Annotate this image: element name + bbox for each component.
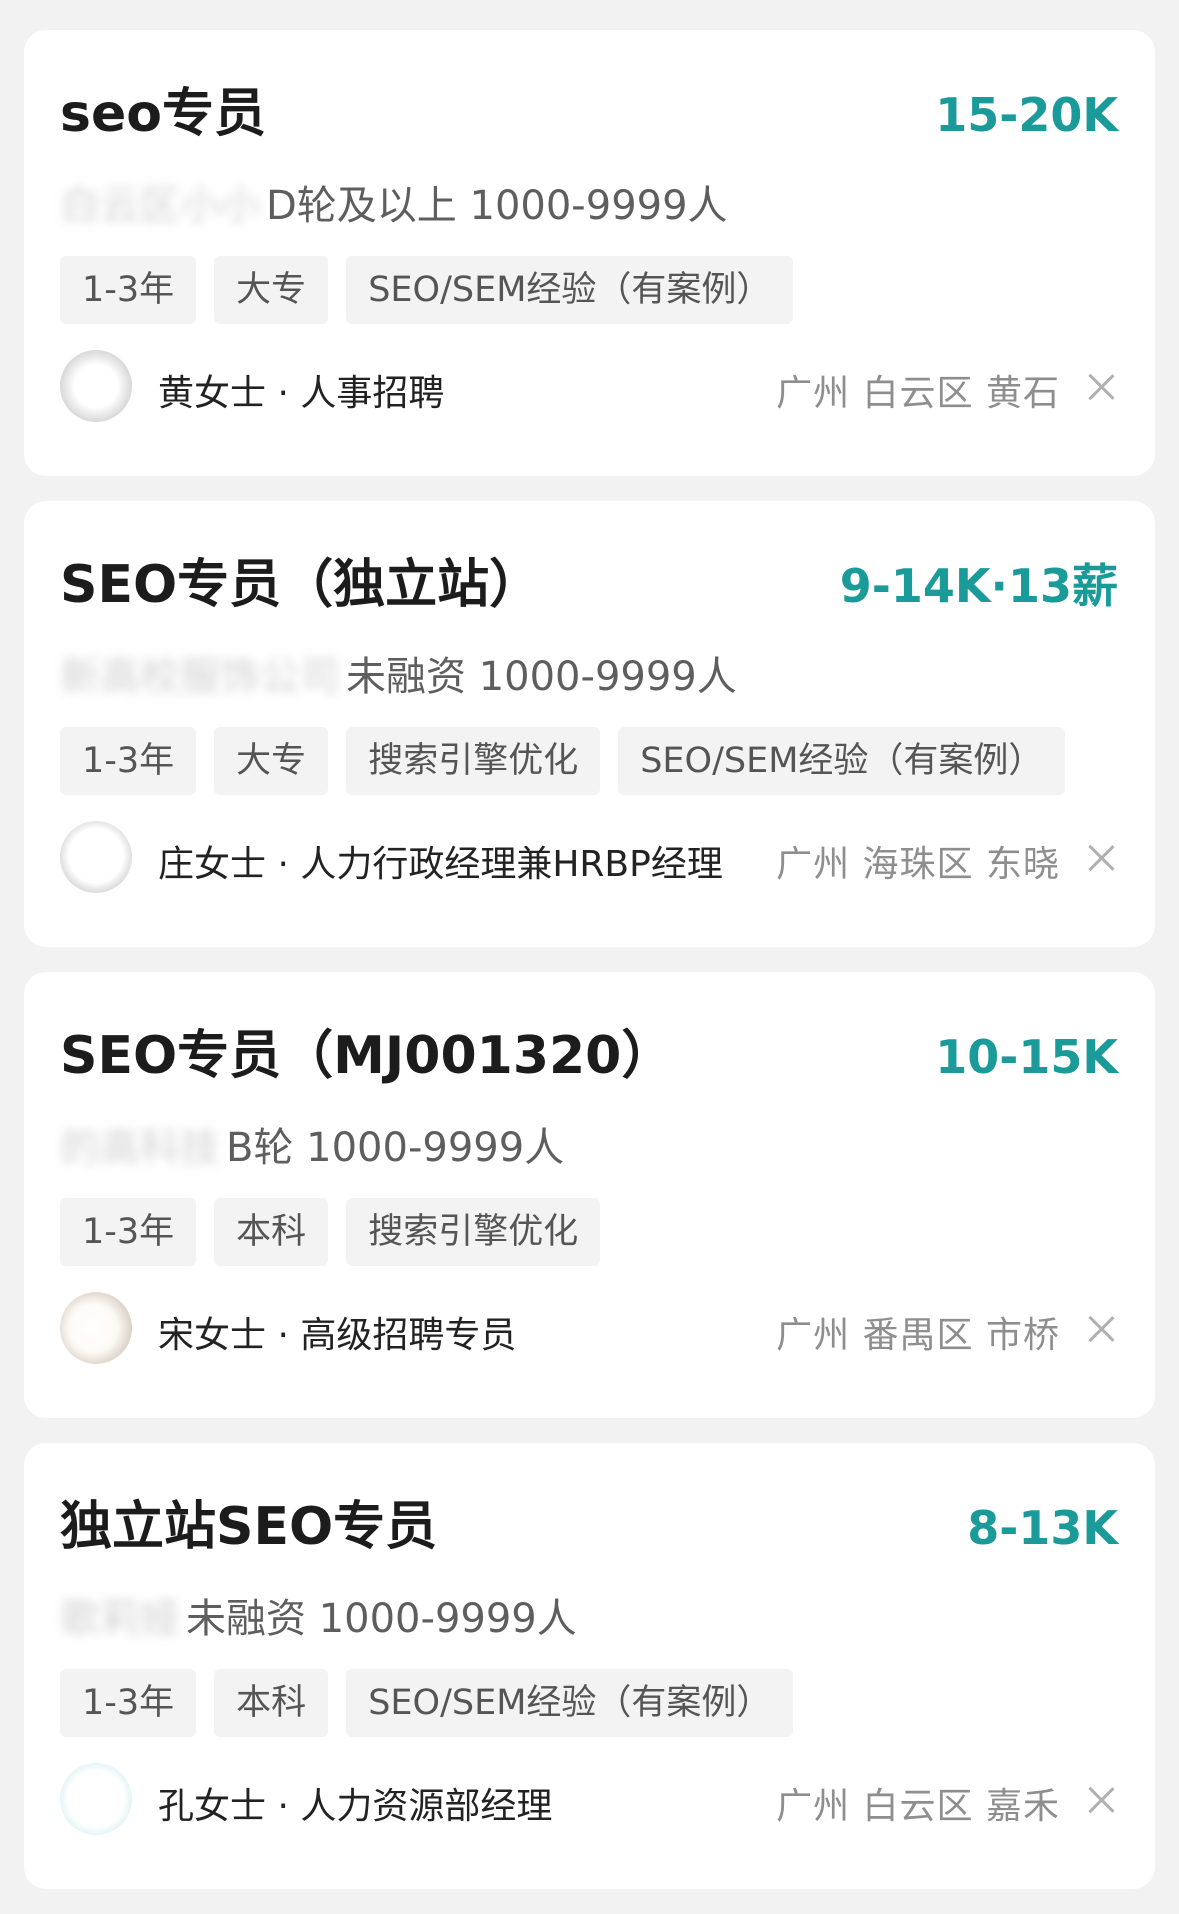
company-row: 新高校服饰公司 未融资 1000-9999人 (60, 649, 737, 700)
tag: 本科 (214, 1669, 329, 1737)
job-title: seo专员 (60, 84, 266, 144)
salary: 15-20K (935, 88, 1118, 142)
salary: 8-13K (967, 1501, 1118, 1555)
tag: 1-3年 (60, 1198, 197, 1266)
company-name: 白云区小小 (60, 183, 260, 229)
avatar (60, 1292, 132, 1364)
tag: 本科 (214, 1198, 329, 1266)
location: 广州 白云区 嘉禾 (776, 1786, 1060, 1827)
job-list: seo专员 15-20K 白云区小小 D轮及以上 1000-9999人 1-3年… (24, 30, 1155, 1914)
company-meta: D轮及以上 1000-9999人 (266, 183, 728, 229)
tag: 1-3年 (60, 256, 197, 324)
tag: SEO/SEM经验（有案例） (618, 727, 1066, 795)
company-name: 新高校服饰公司 (60, 654, 340, 700)
tag: 大专 (214, 256, 329, 324)
job-title: 独立站SEO专员 (60, 1497, 438, 1557)
location: 广州 海珠区 东晓 (776, 844, 1060, 885)
close-icon[interactable] (1084, 370, 1118, 404)
location: 广州 番禺区 市桥 (776, 1315, 1060, 1356)
recruiter: 孔女士 · 人力资源部经理 (158, 1786, 553, 1827)
job-card[interactable]: SEO专员（独立站） 9-14K·13薪 新高校服饰公司 未融资 1000-99… (24, 501, 1155, 947)
location: 广州 白云区 黄石 (776, 373, 1060, 414)
close-icon[interactable] (1084, 1783, 1118, 1817)
close-icon[interactable] (1084, 841, 1118, 875)
tag: SEO/SEM经验（有案例） (346, 1669, 794, 1737)
company-row: 的高科技 B轮 1000-9999人 (60, 1120, 564, 1171)
tag: SEO/SEM经验（有案例） (346, 256, 794, 324)
recruiter-row: 孔女士 · 人力资源部经理 广州 白云区 嘉禾 (60, 1763, 1118, 1835)
salary: 10-15K (935, 1030, 1118, 1084)
job-card[interactable]: 独立站SEO专员 8-13K 歌莉娅 未融资 1000-9999人 1-3年 本… (24, 1443, 1155, 1889)
job-title: SEO专员（MJ001320） (60, 1026, 674, 1086)
tag: 1-3年 (60, 1669, 197, 1737)
avatar (60, 1763, 132, 1835)
company-meta: B轮 1000-9999人 (226, 1125, 565, 1171)
tag: 大专 (214, 727, 329, 795)
company-meta: 未融资 1000-9999人 (186, 1596, 577, 1642)
recruiter: 庄女士 · 人力行政经理兼HRBP经理 (158, 844, 723, 885)
job-card[interactable]: seo专员 15-20K 白云区小小 D轮及以上 1000-9999人 1-3年… (24, 30, 1155, 476)
tag: 搜索引擎优化 (346, 727, 601, 795)
company-meta: 未融资 1000-9999人 (346, 654, 737, 700)
tag-list: 1-3年 本科 SEO/SEM经验（有案例） (60, 1669, 794, 1737)
recruiter-row: 黄女士 · 人事招聘 广州 白云区 黄石 (60, 350, 1118, 422)
company-name: 歌莉娅 (60, 1596, 180, 1642)
tag-list: 1-3年 大专 SEO/SEM经验（有案例） (60, 256, 794, 324)
company-row: 歌莉娅 未融资 1000-9999人 (60, 1591, 577, 1642)
company-row: 白云区小小 D轮及以上 1000-9999人 (60, 178, 728, 229)
company-name: 的高科技 (60, 1125, 220, 1171)
recruiter-row: 庄女士 · 人力行政经理兼HRBP经理 广州 海珠区 东晓 (60, 821, 1118, 893)
recruiter: 黄女士 · 人事招聘 (158, 373, 445, 414)
tag-list: 1-3年 本科 搜索引擎优化 (60, 1198, 601, 1266)
recruiter-row: 宋女士 · 高级招聘专员 广州 番禺区 市桥 (60, 1292, 1118, 1364)
tag-list: 1-3年 大专 搜索引擎优化 SEO/SEM经验（有案例） (60, 727, 1066, 795)
close-icon[interactable] (1084, 1312, 1118, 1346)
tag: 搜索引擎优化 (346, 1198, 601, 1266)
job-title: SEO专员（独立站） (60, 555, 542, 615)
job-card[interactable]: SEO专员（MJ001320） 10-15K 的高科技 B轮 1000-9999… (24, 972, 1155, 1418)
recruiter: 宋女士 · 高级招聘专员 (158, 1315, 517, 1356)
tag: 1-3年 (60, 727, 197, 795)
avatar (60, 350, 132, 422)
avatar (60, 821, 132, 893)
salary: 9-14K·13薪 (839, 559, 1118, 613)
